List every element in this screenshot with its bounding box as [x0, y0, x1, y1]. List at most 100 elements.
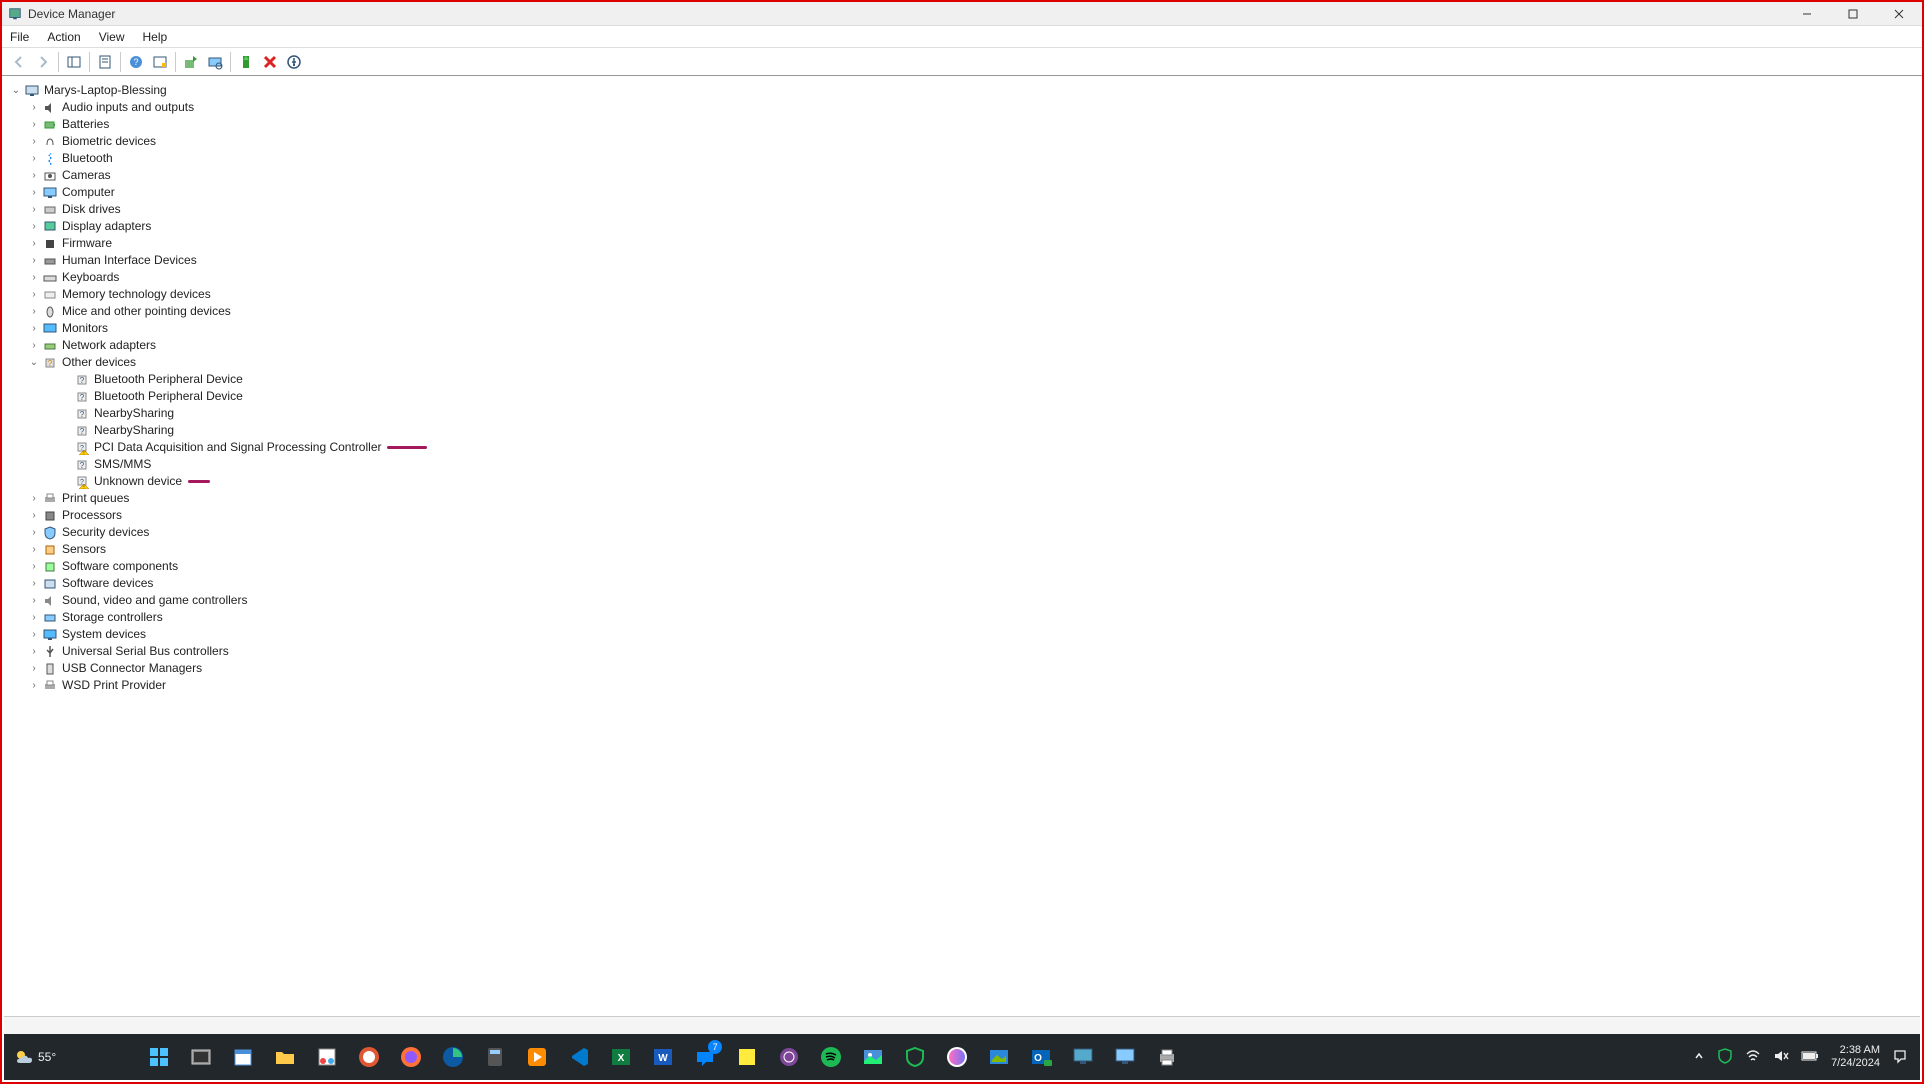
tree-device[interactable]: ›?NearbySharing	[10, 422, 1922, 439]
tor-browser-app[interactable]	[776, 1044, 802, 1070]
show-hide-console-tree-button[interactable]	[63, 51, 85, 73]
chevron-right-icon[interactable]: ›	[28, 524, 40, 541]
chevron-right-icon[interactable]: ›	[28, 320, 40, 337]
close-button[interactable]	[1876, 2, 1922, 26]
tray-overflow-button[interactable]	[1693, 1050, 1705, 1065]
tree-category[interactable]: ›WSD Print Provider	[10, 677, 1922, 694]
edge-app[interactable]	[440, 1044, 466, 1070]
minimize-button[interactable]	[1784, 2, 1830, 26]
tree-category[interactable]: ›Computer	[10, 184, 1922, 201]
tree-device[interactable]: ›?Bluetooth Peripheral Device	[10, 388, 1922, 405]
tree-category[interactable]: ›Display adapters	[10, 218, 1922, 235]
menu-view[interactable]: View	[99, 30, 125, 44]
weather-widget[interactable]: 55°	[4, 1047, 66, 1067]
tree-category[interactable]: ›Bluetooth	[10, 150, 1922, 167]
chevron-right-icon[interactable]: ›	[28, 303, 40, 320]
chevron-right-icon[interactable]: ›	[28, 201, 40, 218]
calculator-app[interactable]	[482, 1044, 508, 1070]
chevron-right-icon[interactable]: ›	[28, 643, 40, 660]
remote-desktop-app[interactable]	[1070, 1044, 1096, 1070]
photos-app[interactable]	[860, 1044, 886, 1070]
tree-category[interactable]: ›Security devices	[10, 524, 1922, 541]
tree-category[interactable]: ›Storage controllers	[10, 609, 1922, 626]
chevron-right-icon[interactable]: ›	[28, 116, 40, 133]
chevron-right-icon[interactable]: ›	[28, 167, 40, 184]
security-app[interactable]	[902, 1044, 928, 1070]
tree-category[interactable]: ›Keyboards	[10, 269, 1922, 286]
outlook-app[interactable]: O	[1028, 1044, 1054, 1070]
tree-category[interactable]: ›Sound, video and game controllers	[10, 592, 1922, 609]
tree-device[interactable]: ›?NearbySharing	[10, 405, 1922, 422]
tree-device[interactable]: ›?!PCI Data Acquisition and Signal Proce…	[10, 439, 1922, 456]
excel-app[interactable]: X	[608, 1044, 634, 1070]
chevron-right-icon[interactable]: ›	[28, 592, 40, 609]
tree-category[interactable]: ›Disk drives	[10, 201, 1922, 218]
scan-hardware-button[interactable]	[204, 51, 226, 73]
tree-category[interactable]: ›Biometric devices	[10, 133, 1922, 150]
tree-category[interactable]: ›Mice and other pointing devices	[10, 303, 1922, 320]
maximize-button[interactable]	[1830, 2, 1876, 26]
add-legacy-hardware-button[interactable]	[283, 51, 305, 73]
chevron-right-icon[interactable]: ›	[28, 677, 40, 694]
enable-device-button[interactable]	[235, 51, 257, 73]
tree-category[interactable]: ›Software devices	[10, 575, 1922, 592]
battery-icon[interactable]	[1801, 1050, 1819, 1065]
sticky-notes-app[interactable]	[734, 1044, 760, 1070]
clock[interactable]: 2:38 AM 7/24/2024	[1831, 1044, 1880, 1070]
chevron-right-icon[interactable]: ›	[28, 558, 40, 575]
tree-device[interactable]: ›?!Unknown device	[10, 473, 1922, 490]
tree-device[interactable]: ›?Bluetooth Peripheral Device	[10, 371, 1922, 388]
chevron-right-icon[interactable]: ›	[28, 507, 40, 524]
messenger-app[interactable]: 7	[692, 1044, 718, 1070]
action-button[interactable]	[149, 51, 171, 73]
tree-category[interactable]: ›Monitors	[10, 320, 1922, 337]
chevron-down-icon[interactable]: ⌄	[10, 82, 22, 99]
chevron-right-icon[interactable]: ›	[28, 184, 40, 201]
wifi-icon[interactable]	[1745, 1048, 1761, 1067]
spotify-app[interactable]	[818, 1044, 844, 1070]
chevron-right-icon[interactable]: ›	[28, 150, 40, 167]
chevron-right-icon[interactable]: ›	[28, 660, 40, 677]
media-player-app[interactable]	[524, 1044, 550, 1070]
tree-category[interactable]: ›Firmware	[10, 235, 1922, 252]
tree-category[interactable]: ›Memory technology devices	[10, 286, 1922, 303]
tree-category[interactable]: ⌄?Other devices	[10, 354, 1922, 371]
tree-category[interactable]: ›Software components	[10, 558, 1922, 575]
forward-button[interactable]	[32, 51, 54, 73]
tree-device[interactable]: ›?SMS/MMS	[10, 456, 1922, 473]
chevron-right-icon[interactable]: ›	[28, 99, 40, 116]
properties-button[interactable]	[94, 51, 116, 73]
tree-category[interactable]: ›Batteries	[10, 116, 1922, 133]
volume-muted-icon[interactable]	[1773, 1048, 1789, 1067]
tree-category[interactable]: ›Universal Serial Bus controllers	[10, 643, 1922, 660]
tree-category[interactable]: ›Human Interface Devices	[10, 252, 1922, 269]
tree-category[interactable]: ›Print queues	[10, 490, 1922, 507]
chevron-right-icon[interactable]: ›	[28, 235, 40, 252]
chevron-right-icon[interactable]: ›	[28, 541, 40, 558]
printer-app[interactable]	[1154, 1044, 1180, 1070]
uninstall-device-button[interactable]	[259, 51, 281, 73]
tree-category[interactable]: ›Audio inputs and outputs	[10, 99, 1922, 116]
menu-help[interactable]: Help	[143, 30, 168, 44]
tree-category[interactable]: ›Processors	[10, 507, 1922, 524]
messenger-icon[interactable]	[944, 1044, 970, 1070]
notification-center-button[interactable]	[1892, 1048, 1908, 1067]
menu-file[interactable]: File	[10, 30, 29, 44]
tree-root[interactable]: ⌄ Marys-Laptop-Blessing	[10, 82, 1922, 99]
snipping-tool-app[interactable]	[314, 1044, 340, 1070]
chevron-right-icon[interactable]: ›	[28, 252, 40, 269]
file-explorer-app[interactable]	[272, 1044, 298, 1070]
tree-category[interactable]: ›Sensors	[10, 541, 1922, 558]
firefox-app[interactable]	[398, 1044, 424, 1070]
task-view-button[interactable]	[188, 1044, 214, 1070]
vscode-app[interactable]	[566, 1044, 592, 1070]
tree-category[interactable]: ›System devices	[10, 626, 1922, 643]
update-driver-button[interactable]	[180, 51, 202, 73]
chevron-right-icon[interactable]: ›	[28, 490, 40, 507]
menu-action[interactable]: Action	[47, 30, 80, 44]
tree-category[interactable]: ›USB Connector Managers	[10, 660, 1922, 677]
back-button[interactable]	[8, 51, 30, 73]
duckduckgo-app[interactable]	[356, 1044, 382, 1070]
calendar-app[interactable]	[230, 1044, 256, 1070]
tray-shield-icon[interactable]	[1717, 1048, 1733, 1067]
